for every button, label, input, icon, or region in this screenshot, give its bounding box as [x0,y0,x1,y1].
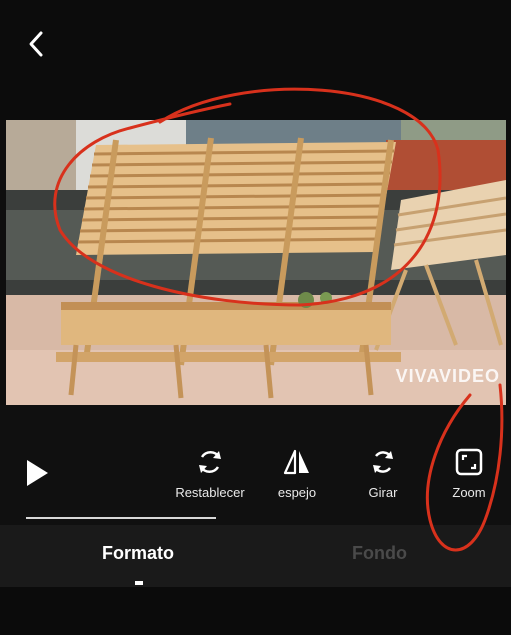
reset-button[interactable]: Restablecer [165,445,255,500]
bottom-area [0,587,511,635]
playback-progress[interactable] [26,517,216,519]
mirror-label: espejo [277,485,317,500]
video-preview[interactable]: VIVAVIDEO [6,120,506,405]
edit-toolbar: Restablecer espejo Girar Zoom [0,405,511,525]
rotate-label: Girar [368,485,398,500]
zoom-icon [455,448,483,476]
back-button[interactable] [20,28,52,60]
reset-label: Restablecer [175,485,245,500]
active-tab-indicator [135,581,143,585]
zoom-button[interactable]: Zoom [424,445,511,500]
play-icon [27,460,48,486]
rotate-button[interactable]: Girar [338,445,428,500]
top-bar [0,0,511,120]
watermark: VIVAVIDEO [395,366,500,386]
tab-formato[interactable]: Formato [102,543,174,564]
rotate-icon [373,451,393,473]
chevron-left-icon [29,31,43,57]
tab-fondo[interactable]: Fondo [352,543,407,564]
tab-bar: Formato Fondo [0,525,511,587]
mirror-button[interactable]: espejo [252,445,342,500]
reset-icon [199,451,221,473]
play-button[interactable] [24,458,54,488]
mirror-icon [283,449,309,475]
zoom-label: Zoom [452,485,486,500]
preview-image [6,120,506,405]
